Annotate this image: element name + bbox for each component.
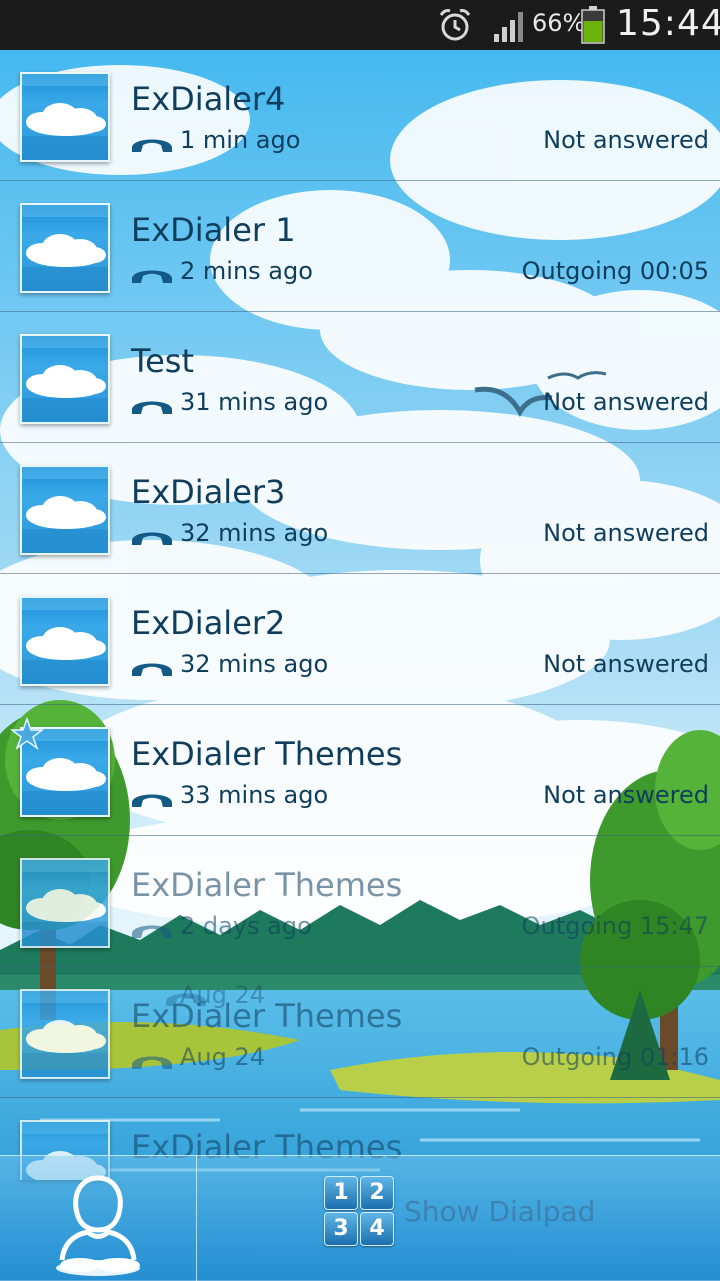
contact-avatar[interactable] xyxy=(20,989,110,1079)
cloud-avatar-icon xyxy=(22,991,108,1077)
cloud-avatar-icon xyxy=(22,74,108,160)
contact-name: Test xyxy=(131,342,195,380)
battery-icon xyxy=(581,6,605,44)
contact-name: ExDialer3 xyxy=(131,473,286,511)
alarm-clock-icon xyxy=(439,9,471,41)
contacts-button[interactable] xyxy=(0,1156,197,1281)
call-log-row[interactable]: ExDialer4 1 min ago Not answered xyxy=(0,50,720,181)
call-time: 31 mins ago xyxy=(180,388,329,416)
call-log-row[interactable]: ExDialer Themes Aug 24 Aug 24 Outgoing 01:1… xyxy=(0,967,720,1098)
call-status: Not answered xyxy=(543,126,709,154)
contact-avatar[interactable] xyxy=(20,72,110,162)
call-log-row[interactable]: ExDialer3 32 mins ago Not answered xyxy=(0,443,720,574)
call-time: Aug 24 xyxy=(180,1043,266,1071)
call-log-row[interactable]: Test 31 mins ago Not answered xyxy=(0,312,720,443)
call-type-phone-icon xyxy=(132,925,172,938)
show-dialpad-button[interactable]: 1 2 3 4 Show Dialpad xyxy=(197,1156,720,1281)
clock-time: 15:44 xyxy=(616,3,720,44)
call-status: Outgoing 15:47 xyxy=(521,912,709,940)
call-time: 2 mins ago xyxy=(180,257,313,285)
battery-percent: 66% xyxy=(532,9,586,37)
call-status: Not answered xyxy=(543,388,709,416)
call-status: Outgoing 00:05 xyxy=(521,257,709,285)
cloud-avatar-icon xyxy=(22,860,108,946)
call-status: Outgoing 01:16 xyxy=(521,1043,709,1071)
call-status: Not answered xyxy=(543,519,709,547)
dialpad-key-2: 2 xyxy=(360,1176,394,1210)
call-time: 33 mins ago xyxy=(180,781,329,809)
cloud-avatar-icon xyxy=(22,205,108,291)
call-type-phone-icon xyxy=(132,270,172,283)
show-dialpad-label: Show Dialpad xyxy=(404,1195,596,1228)
favorite-star-icon xyxy=(10,717,44,750)
contact-name: ExDialer 1 xyxy=(131,211,296,249)
call-time-reflection: Aug 24 xyxy=(180,981,266,1009)
call-status: Not answered xyxy=(543,650,709,678)
call-type-phone-icon xyxy=(132,1056,172,1069)
signal-strength-icon xyxy=(494,12,523,42)
contact-name: ExDialer Themes xyxy=(131,866,403,904)
dialpad-key-3: 3 xyxy=(324,1212,358,1246)
call-log-row[interactable]: ExDialer2 32 mins ago Not answered xyxy=(0,574,720,705)
call-log-list: ExDialer4 1 min ago Not answered ExDialer 1… xyxy=(0,50,720,1180)
call-type-phone-icon xyxy=(132,532,172,545)
contact-name: ExDialer Themes xyxy=(131,735,403,773)
call-time: 2 days ago xyxy=(180,912,312,940)
contact-person-icon xyxy=(56,1175,140,1276)
contact-avatar[interactable] xyxy=(20,596,110,686)
call-log-row[interactable]: ExDialer Themes 33 mins ago Not answered xyxy=(0,705,720,836)
call-type-phone-icon xyxy=(132,139,172,152)
bottom-bar: 1 2 3 4 Show Dialpad xyxy=(0,1155,720,1281)
contact-avatar[interactable] xyxy=(20,203,110,293)
cloud-avatar-icon xyxy=(22,598,108,684)
cloud-avatar-icon xyxy=(22,467,108,553)
contact-avatar[interactable] xyxy=(20,334,110,424)
dialpad-key-4: 4 xyxy=(360,1212,394,1246)
status-bar: 66% 15:44 xyxy=(0,0,720,50)
call-log-row[interactable]: ExDialer 1 2 mins ago Outgoing 00:05 xyxy=(0,181,720,312)
call-type-phone-icon xyxy=(132,794,172,807)
dialpad-icon: 1 2 3 4 xyxy=(324,1176,394,1246)
call-log-row[interactable]: ExDialer Themes xyxy=(0,1098,720,1180)
call-time: 1 min ago xyxy=(180,126,301,154)
dialpad-key-1: 1 xyxy=(324,1176,358,1210)
call-type-phone-icon xyxy=(132,401,172,414)
call-time: 32 mins ago xyxy=(180,650,329,678)
cloud-avatar-icon xyxy=(22,336,108,422)
call-log-row[interactable]: ExDialer Themes 2 days ago Outgoing 15:47 xyxy=(0,836,720,967)
contact-avatar[interactable] xyxy=(20,465,110,555)
call-status: Not answered xyxy=(543,781,709,809)
contact-name: ExDialer2 xyxy=(131,604,286,642)
contact-avatar[interactable] xyxy=(20,858,110,948)
call-type-phone-icon xyxy=(132,663,172,676)
contact-name: ExDialer4 xyxy=(131,80,286,118)
call-time: 32 mins ago xyxy=(180,519,329,547)
